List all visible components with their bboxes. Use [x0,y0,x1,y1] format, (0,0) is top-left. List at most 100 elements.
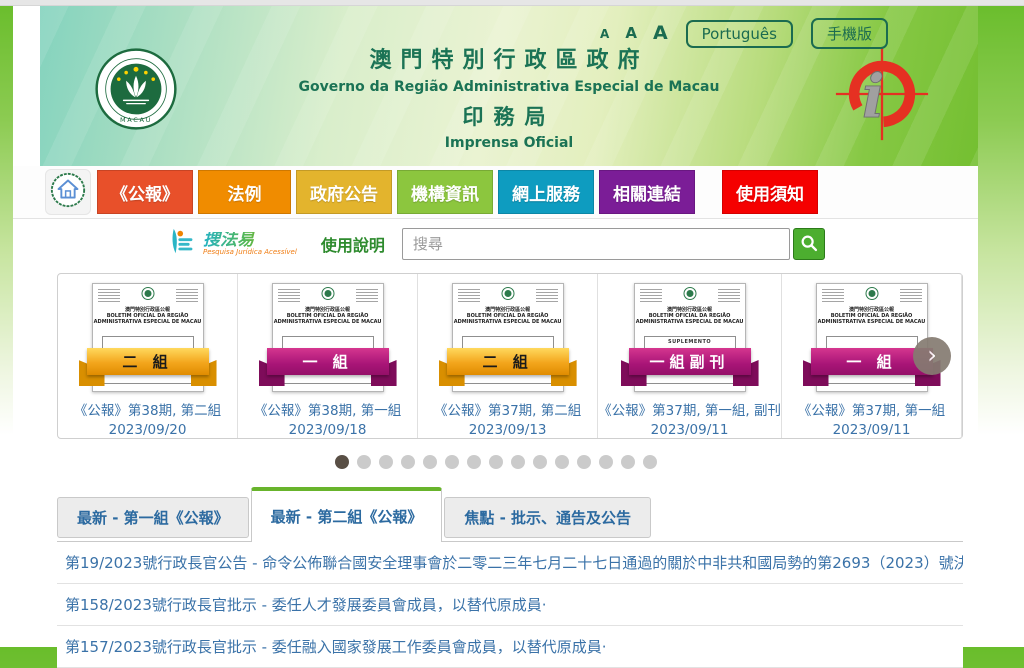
header-banner: A A A Português 手機版 [40,6,978,166]
ribbon-label: 一 組 [267,348,389,375]
carousel-page-dot[interactable] [335,455,349,469]
language-portuguese-button[interactable]: Português [686,20,793,48]
imprensa-oficial-logo-icon: i [834,46,930,142]
search-input[interactable] [402,228,790,260]
carousel-page-dot[interactable] [621,455,635,469]
nav-menu-item[interactable]: 機構資訊 [397,170,493,214]
news-tab[interactable]: 最新 - 第一組《公報》 [57,497,249,538]
announcement-link[interactable]: 第19/2023號行政長官公告 - 命令公佈聯合國安全理事會於二零二三年七月二十… [57,542,963,584]
page-container: A A A Português 手機版 [13,6,978,647]
gazette-ribbon: 二 組 [80,344,216,380]
carousel-page-dot[interactable] [599,455,613,469]
gazette-carousel: 澳門特別行政區公報 BOLETIM OFICIAL DA REGIÃO ADMI… [57,273,963,439]
legal-search-logo-icon [170,227,198,261]
gazette-cover-thumbnail: 澳門特別行政區公報 BOLETIM OFICIAL DA REGIÃO ADMI… [92,283,204,392]
cover-seal-icon [683,287,696,300]
usage-instructions-link[interactable]: 使用說明 [321,232,385,256]
carousel-page-dot[interactable] [379,455,393,469]
gazette-carousel-item[interactable]: 澳門特別行政區公報 BOLETIM OFICIAL DA REGIÃO ADMI… [418,274,598,438]
search-icon [799,233,819,256]
gazette-cover-thumbnail: 澳門特別行政區公報 BOLETIM OFICIAL DA REGIÃO ADMI… [634,283,746,392]
ribbon-label: 一組副刊 [629,348,751,375]
search-bar: 搜法易 Pesquisa Jurídica Acessível 使用說明 [13,219,978,269]
carousel-page-dot[interactable] [401,455,415,469]
header-controls: A A A Português 手機版 [600,18,888,49]
gazette-ribbon: 一組副刊 [622,344,758,380]
gazette-carousel-item[interactable]: 澳門特別行政區公報 BOLETIM OFICIAL DA REGIÃO ADMI… [598,274,782,438]
mobile-version-button[interactable]: 手機版 [811,18,888,49]
font-size-small-button[interactable]: A [600,28,609,40]
carousel-page-dot[interactable] [357,455,371,469]
cover-corner-text-right [718,289,740,302]
nav-menu-item[interactable]: 法例 [198,170,291,214]
announcement-link[interactable]: 第157/2023號行政長官批示 - 委任融入國家發展工作委員會成員，以替代原成… [57,626,963,668]
ribbon-label: 二 組 [447,348,569,375]
gazette-item-link[interactable]: 《公報》第38期, 第一組 [254,399,401,419]
news-tab[interactable]: 最新 - 第二組《公報》 [251,487,443,542]
nav-menu-item[interactable]: 相關連結 [599,170,695,214]
home-button[interactable] [45,169,91,215]
announcement-link[interactable]: 第158/2023號行政長官批示 - 委任人才發展委員會成員，以替代原成員· [57,584,963,626]
cover-corner-text-left [458,289,480,302]
gazette-ribbon: 二 組 [440,344,576,380]
cover-corner-text-right [900,289,922,302]
nav-menu-item[interactable]: 網上服務 [498,170,594,214]
cover-title: 澳門特別行政區公報 BOLETIM OFICIAL DA REGIÃO ADMI… [273,307,383,325]
gazette-ribbon: 一 組 [260,344,396,380]
gazette-item-date: 2023/09/13 [469,422,547,438]
cover-title: 澳門特別行政區公報 BOLETIM OFICIAL DA REGIÃO ADMI… [635,307,745,325]
carousel-page-dot[interactable] [445,455,459,469]
cover-title: 澳門特別行政區公報 BOLETIM OFICIAL DA REGIÃO ADMI… [93,307,203,325]
chevron-right-icon: › [927,343,937,367]
home-icon [49,171,87,213]
carousel-page-dot[interactable] [533,455,547,469]
legal-search-logo-text: 搜法易 Pesquisa Jurídica Acessível [203,232,297,256]
font-size-large-button[interactable]: A [653,24,668,43]
font-size-medium-button[interactable]: A [625,26,637,41]
main-navigation: 《公報》 法例 政府公告 機構資訊 網上服務 相關連結 使用須知 [13,166,978,219]
carousel-next-button[interactable]: › [913,337,951,375]
gazette-item-link[interactable]: 《公報》第38期, 第二組 [74,399,221,419]
nav-menu-item[interactable]: 使用須知 [722,170,818,214]
legal-search-logo-subtitle: Pesquisa Jurídica Acessível [203,248,297,256]
legal-search-logo[interactable]: 搜法易 Pesquisa Jurídica Acessível [170,227,297,261]
nav-menu-item[interactable]: 《公報》 [97,170,193,214]
cover-corner-text-right [356,289,378,302]
announcement-list: 第19/2023號行政長官公告 - 命令公佈聯合國安全理事會於二零二三年七月二十… [57,541,963,668]
carousel-page-dot[interactable] [489,455,503,469]
gazette-item-link[interactable]: 《公報》第37期, 第二組 [434,399,581,419]
carousel-page-dot[interactable] [511,455,525,469]
carousel-page-dot[interactable] [577,455,591,469]
gazette-cover-thumbnail: 澳門特別行政區公報 BOLETIM OFICIAL DA REGIÃO ADMI… [272,283,384,392]
nav-menu-item[interactable]: 政府公告 [296,170,392,214]
gazette-cover-thumbnail: 澳門特別行政區公報 BOLETIM OFICIAL DA REGIÃO ADMI… [816,283,928,392]
carousel-page-dot[interactable] [555,455,569,469]
cover-seal-icon [865,287,878,300]
svg-text:i: i [862,62,885,132]
news-tab[interactable]: 焦點 - 批示、通告及公告 [444,497,651,538]
carousel-page-dot[interactable] [467,455,481,469]
search-button[interactable] [793,228,825,260]
news-tabs: 最新 - 第一組《公報》 最新 - 第二組《公報》 焦點 - 批示、通告及公告 [57,486,978,541]
cover-corner-text-right [536,289,558,302]
gazette-carousel-item[interactable]: 澳門特別行政區公報 BOLETIM OFICIAL DA REGIÃO ADMI… [58,274,238,438]
gazette-cover-thumbnail: 澳門特別行政區公報 BOLETIM OFICIAL DA REGIÃO ADMI… [452,283,564,392]
gazette-carousel-item[interactable]: 澳門特別行政區公報 BOLETIM OFICIAL DA REGIÃO ADMI… [238,274,418,438]
cover-corner-text-right [176,289,198,302]
cover-title: 澳門特別行政區公報 BOLETIM OFICIAL DA REGIÃO ADMI… [817,307,927,325]
cover-corner-text-left [822,289,844,302]
carousel-page-dot[interactable] [643,455,657,469]
gazette-item-link[interactable]: 《公報》第37期, 第一組, 副刊 [598,399,781,419]
cover-seal-icon [321,287,334,300]
gazette-item-date: 2023/09/11 [651,422,729,438]
cover-corner-text-left [278,289,300,302]
ribbon-label: 二 組 [87,348,209,375]
gazette-item-date: 2023/09/20 [109,422,187,438]
carousel-page-dot[interactable] [423,455,437,469]
carousel-pagination [13,455,978,469]
cover-seal-icon [141,287,154,300]
gazette-item-link[interactable]: 《公報》第37期, 第一組 [798,399,945,419]
gazette-item-date: 2023/09/18 [289,422,367,438]
gazette-item-date: 2023/09/11 [833,422,911,438]
cover-corner-text-left [640,289,662,302]
